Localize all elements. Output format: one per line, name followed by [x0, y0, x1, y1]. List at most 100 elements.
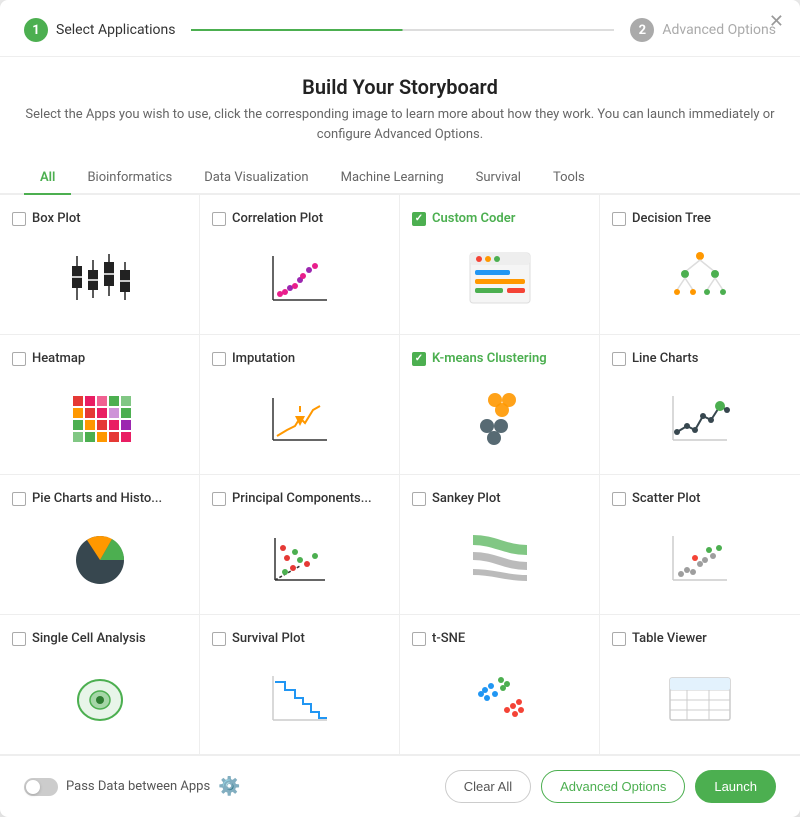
app-icon-correlation-plot	[212, 234, 387, 322]
app-icon-scatter-plot	[612, 514, 788, 602]
pass-data-toggle[interactable]	[24, 778, 58, 796]
app-label-pie-charts: Pie Charts and Histo...	[32, 491, 162, 506]
app-header-box-plot: Box Plot	[12, 211, 81, 226]
app-icon-custom-coder	[412, 234, 587, 322]
app-header-single-cell-analysis: Single Cell Analysis	[12, 631, 146, 646]
tab-data-visualization[interactable]: Data Visualization	[188, 162, 324, 195]
tab-bioinformatics[interactable]: Bioinformatics	[71, 162, 188, 195]
app-label-correlation-plot: Correlation Plot	[232, 211, 323, 226]
checkbox-imputation[interactable]	[212, 352, 226, 366]
modal-title: Build Your Storyboard	[24, 75, 776, 99]
close-button[interactable]: ✕	[769, 12, 784, 30]
app-label-table-viewer: Table Viewer	[632, 631, 707, 646]
tab-machine-learning[interactable]: Machine Learning	[325, 162, 460, 195]
app-icon-pie-charts	[12, 514, 187, 602]
app-label-sankey-plot: Sankey Plot	[432, 491, 501, 506]
tab-tools[interactable]: Tools	[537, 162, 601, 195]
app-header-table-viewer: Table Viewer	[612, 631, 707, 646]
app-header-pie-charts: Pie Charts and Histo...	[12, 491, 162, 506]
app-header-k-means-clustering: ✓ K-means Clustering	[412, 351, 547, 366]
advanced-options-button[interactable]: Advanced Options	[541, 770, 685, 803]
checkbox-principal-components[interactable]	[212, 492, 226, 506]
checkbox-correlation-plot[interactable]	[212, 212, 226, 226]
app-cell-correlation-plot[interactable]: Correlation Plot	[200, 195, 400, 335]
checkbox-sankey-plot[interactable]	[412, 492, 426, 506]
app-label-principal-components: Principal Components...	[232, 491, 372, 506]
tab-all[interactable]: All	[24, 162, 71, 195]
app-label-imputation: Imputation	[232, 351, 295, 366]
app-cell-k-means-clustering[interactable]: ✓ K-means Clustering	[400, 335, 600, 475]
app-header-heatmap: Heatmap	[12, 351, 85, 366]
stepper: 1 Select Applications 2 Advanced Options	[0, 0, 800, 57]
checkbox-survival-plot[interactable]	[212, 632, 226, 646]
footer-buttons: Clear All Advanced Options Launch	[445, 770, 776, 803]
toggle-knob	[26, 780, 40, 794]
app-label-t-sne: t-SNE	[432, 631, 465, 646]
app-header-principal-components: Principal Components...	[212, 491, 372, 506]
app-cell-custom-coder[interactable]: ✓ Custom Coder	[400, 195, 600, 335]
app-label-single-cell-analysis: Single Cell Analysis	[32, 631, 146, 646]
modal-footer: Pass Data between Apps ⚙️ Clear All Adva…	[0, 755, 800, 817]
checkbox-decision-tree[interactable]	[612, 212, 626, 226]
app-icon-k-means-clustering	[412, 374, 587, 462]
step-1-circle: 1	[24, 18, 48, 42]
app-header-line-charts: Line Charts	[612, 351, 698, 366]
app-icon-survival-plot	[212, 654, 387, 742]
app-cell-line-charts[interactable]: Line Charts	[600, 335, 800, 475]
apps-grid: Box Plot	[0, 195, 800, 755]
modal-header: Build Your Storyboard Select the Apps yo…	[0, 57, 800, 152]
modal: ✕ 1 Select Applications 2 Advanced Optio…	[0, 0, 800, 817]
app-label-custom-coder: Custom Coder	[432, 211, 515, 226]
launch-button[interactable]: Launch	[695, 770, 776, 803]
app-header-t-sne: t-SNE	[412, 631, 465, 646]
app-cell-single-cell-analysis[interactable]: Single Cell Analysis	[0, 615, 200, 755]
step-1-label: Select Applications	[56, 22, 175, 38]
app-cell-table-viewer[interactable]: Table Viewer	[600, 615, 800, 755]
checkbox-line-charts[interactable]	[612, 352, 626, 366]
settings-icon: ⚙️	[218, 776, 240, 797]
checkbox-table-viewer[interactable]	[612, 632, 626, 646]
checkbox-single-cell-analysis[interactable]	[12, 632, 26, 646]
app-cell-box-plot[interactable]: Box Plot	[0, 195, 200, 335]
app-icon-decision-tree	[612, 234, 788, 322]
app-icon-heatmap	[12, 374, 187, 462]
app-label-k-means-clustering: K-means Clustering	[432, 351, 547, 366]
pass-data-section: Pass Data between Apps ⚙️	[24, 776, 241, 797]
app-cell-heatmap[interactable]: Heatmap	[0, 335, 200, 475]
app-cell-survival-plot[interactable]: Survival Plot	[200, 615, 400, 755]
app-icon-sankey-plot	[412, 514, 587, 602]
tab-survival[interactable]: Survival	[460, 162, 537, 195]
app-cell-t-sne[interactable]: t-SNE	[400, 615, 600, 755]
app-cell-sankey-plot[interactable]: Sankey Plot	[400, 475, 600, 615]
app-cell-pie-charts[interactable]: Pie Charts and Histo...	[0, 475, 200, 615]
app-cell-decision-tree[interactable]: Decision Tree	[600, 195, 800, 335]
app-header-sankey-plot: Sankey Plot	[412, 491, 501, 506]
app-icon-t-sne	[412, 654, 587, 742]
checkbox-custom-coder[interactable]: ✓	[412, 212, 426, 226]
modal-subtitle: Select the Apps you wish to use, click t…	[24, 105, 776, 144]
app-label-decision-tree: Decision Tree	[632, 211, 711, 226]
clear-all-button[interactable]: Clear All	[445, 770, 531, 803]
app-label-scatter-plot: Scatter Plot	[632, 491, 700, 506]
step-2: 2 Advanced Options	[630, 18, 776, 42]
app-cell-principal-components[interactable]: Principal Components...	[200, 475, 400, 615]
app-header-imputation: Imputation	[212, 351, 295, 366]
checkbox-scatter-plot[interactable]	[612, 492, 626, 506]
checkbox-t-sne[interactable]	[412, 632, 426, 646]
stepper-line	[191, 29, 614, 31]
app-cell-scatter-plot[interactable]: Scatter Plot	[600, 475, 800, 615]
app-header-survival-plot: Survival Plot	[212, 631, 305, 646]
checkbox-heatmap[interactable]	[12, 352, 26, 366]
app-icon-line-charts	[612, 374, 788, 462]
app-label-heatmap: Heatmap	[32, 351, 85, 366]
app-cell-imputation[interactable]: Imputation	[200, 335, 400, 475]
step-1: 1 Select Applications	[24, 18, 175, 42]
app-header-custom-coder: ✓ Custom Coder	[412, 211, 515, 226]
checkbox-box-plot[interactable]	[12, 212, 26, 226]
app-header-correlation-plot: Correlation Plot	[212, 211, 323, 226]
app-icon-single-cell-analysis	[12, 654, 187, 742]
app-label-line-charts: Line Charts	[632, 351, 698, 366]
checkbox-pie-charts[interactable]	[12, 492, 26, 506]
checkbox-k-means-clustering[interactable]: ✓	[412, 352, 426, 366]
app-icon-imputation	[212, 374, 387, 462]
